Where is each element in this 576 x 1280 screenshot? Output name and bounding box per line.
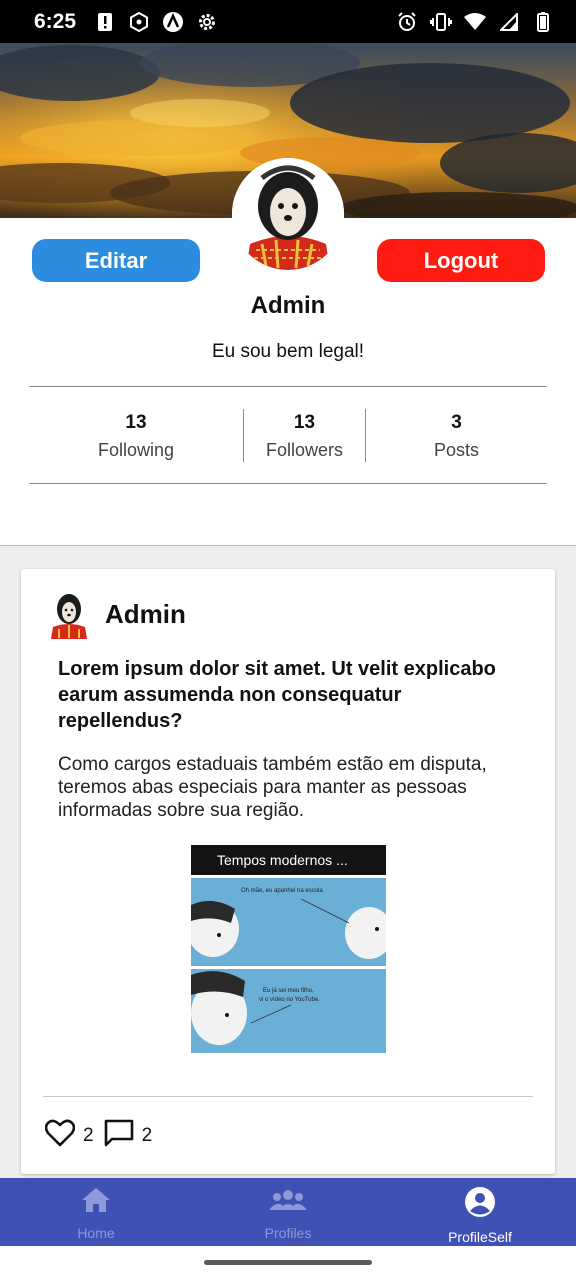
edit-button[interactable]: Editar — [32, 239, 200, 282]
account-circle-icon — [464, 1186, 496, 1223]
comic-bubble-1: Oh mãe, eu apanhei na escola — [241, 888, 323, 894]
stat-label: Following — [97, 439, 175, 460]
stat-posts[interactable]: 3 Posts — [366, 396, 547, 476]
profile-avatar — [232, 158, 344, 270]
comic-caption: Tempos modernos ... — [217, 852, 348, 868]
post-divider — [43, 1096, 533, 1097]
stat-label: Posts — [433, 439, 480, 460]
stat-value: 3 — [451, 411, 462, 433]
post-title: Lorem ipsum dolor sit amet. Ut velit exp… — [58, 658, 496, 732]
nav-home[interactable]: Home — [0, 1178, 192, 1246]
comment-count: 2 — [141, 1124, 153, 1146]
alarm-icon — [396, 11, 418, 33]
comic-bubble-2b: vi o vídeo no YouTube. — [259, 997, 320, 1003]
post-actions: 2 2 — [44, 1119, 162, 1152]
comment-action[interactable]: 2 — [104, 1119, 155, 1152]
post-author-name[interactable]: Admin — [105, 599, 186, 630]
people-icon — [269, 1186, 307, 1219]
logout-button[interactable]: Logout — [377, 239, 545, 282]
status-bar: 6:25 — [0, 0, 576, 43]
stats-bottom-divider — [29, 483, 547, 484]
stat-value: 13 — [125, 411, 147, 433]
home-icon — [81, 1186, 111, 1219]
status-time: 6:25 — [34, 9, 77, 33]
nav-label: Home — [77, 1225, 115, 1241]
stat-followers[interactable]: 13 Followers — [244, 396, 365, 476]
nav-profile-self[interactable]: ProfileSelf — [384, 1178, 576, 1246]
wifi-icon — [464, 11, 486, 33]
comment-icon[interactable] — [104, 1119, 134, 1152]
profile-stats: 13 Following 13 Followers 3 Posts — [29, 396, 547, 476]
app-logo-icon — [162, 11, 184, 33]
signal-icon — [498, 11, 520, 33]
nav-profiles[interactable]: Profiles — [192, 1178, 384, 1246]
like-count: 2 — [83, 1124, 94, 1146]
post-image[interactable]: Tempos modernos ... Oh mãe, eu apanhei n… — [187, 845, 393, 1053]
bottom-navigation: Home Profiles ProfileSelf — [0, 1178, 576, 1246]
post-card[interactable]: Admin Lorem ipsum dolor sit amet. Ut vel… — [21, 569, 555, 1174]
like-action[interactable]: 2 — [44, 1119, 96, 1152]
heart-icon[interactable] — [44, 1119, 76, 1152]
stats-top-divider — [29, 386, 547, 387]
screen: 6:25 Editar Logout Admin Eu sou bem lega… — [0, 0, 576, 1280]
post-author-avatar[interactable] — [49, 591, 89, 639]
hexagon-icon — [128, 11, 150, 33]
profile-name: Admin — [250, 292, 326, 319]
nav-label: Profiles — [264, 1225, 312, 1241]
nav-label: ProfileSelf — [448, 1229, 512, 1245]
vibrate-icon — [430, 11, 452, 33]
comic-bubble-2a: Eu já sei meu filho, — [263, 988, 314, 994]
stat-value: 13 — [293, 411, 316, 433]
gesture-handle[interactable] — [204, 1260, 372, 1265]
settings-icon — [196, 11, 218, 33]
stat-following[interactable]: 13 Following — [29, 396, 243, 476]
profile-bio: Eu sou bem legal! — [211, 341, 365, 362]
alert-icon — [94, 11, 116, 33]
post-body: Como cargos estaduais também estão em di… — [58, 754, 487, 821]
battery-icon — [532, 11, 554, 33]
stat-label: Followers — [265, 439, 344, 460]
